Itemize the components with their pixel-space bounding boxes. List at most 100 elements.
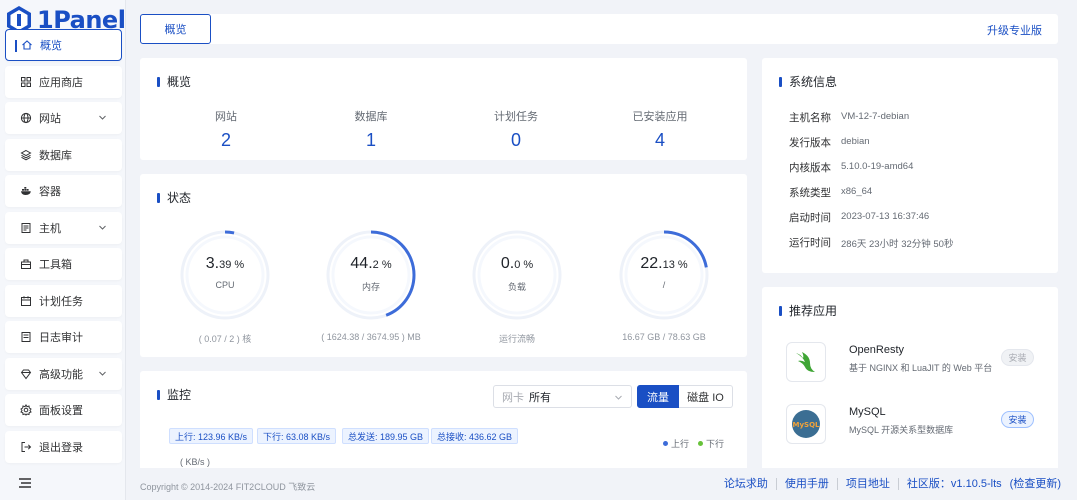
sidebar-item-overview[interactable]: 概览 bbox=[5, 29, 122, 61]
chart-unit-label: ( KB/s ) bbox=[180, 457, 211, 467]
monitor-title: 监控 bbox=[157, 386, 191, 403]
forum-link[interactable]: 论坛求助 bbox=[716, 478, 776, 490]
copyright: Copyright © 2014-2024 FIT2CLOUD 飞致云 bbox=[140, 482, 316, 492]
gauge-disk: 22.13 % / bbox=[618, 229, 710, 321]
host-icon bbox=[20, 222, 32, 234]
sidebar-item-container[interactable]: 容器 bbox=[5, 175, 122, 207]
overview-card: 概览 网站 2 数据库 1 计划任务 0 已安装应用 4 bbox=[140, 58, 747, 160]
system-info-card: 系统信息 主机名称 VM-12-7-debian 发行版本 debian 内核版本 5… bbox=[762, 58, 1058, 273]
monitor-card: 监控 网卡 所有 流量 磁盘 IO 上行: 123.96 KB/s 下行: 63… bbox=[140, 371, 747, 468]
diamond-icon bbox=[20, 368, 32, 380]
nic-select[interactable]: 网卡 所有 bbox=[493, 385, 632, 408]
globe-icon bbox=[20, 112, 32, 124]
collapse-menu-icon[interactable] bbox=[18, 477, 32, 489]
legend-down-label: 下行 bbox=[706, 439, 725, 449]
gauge-label: 负载 bbox=[507, 282, 526, 292]
sidebar-item-logout[interactable]: 退出登录 bbox=[5, 430, 122, 463]
install-button-openresty[interactable]: 安装 bbox=[1001, 349, 1034, 366]
version-link[interactable]: 社区版：v1.10.5-lts bbox=[897, 478, 1010, 490]
app-name: OpenResty bbox=[849, 344, 905, 356]
app-openresty: OpenResty 基于 NGINX 和 LuaJIT 的 Web 平台 安装 bbox=[786, 342, 1034, 386]
status-title: 状态 bbox=[157, 189, 191, 206]
stat-value: 1 bbox=[365, 130, 376, 150]
sidebar-item-label: 高级功能 bbox=[39, 368, 83, 381]
status-card: 状态 3.39 % CPU ( 0.07 / 2 ) 核 44.2 % 内存 (… bbox=[140, 174, 747, 357]
legend-down[interactable]: 下行 bbox=[698, 437, 724, 450]
grid-icon bbox=[20, 76, 32, 88]
install-button-mysql[interactable]: 安装 bbox=[1001, 411, 1034, 428]
gauge-label: 内存 bbox=[361, 282, 380, 292]
stat-website[interactable]: 网站 2 bbox=[171, 108, 281, 151]
sidebar-item-website[interactable]: 网站 bbox=[5, 102, 122, 134]
gauge-load: 0.0 % 负载 bbox=[471, 229, 563, 321]
recommend-card: 推荐应用 OpenResty 基于 NGINX 和 LuaJIT 的 Web 平… bbox=[762, 287, 1058, 468]
gauge-foot-disk: 16.67 GB / 78.63 GB bbox=[622, 332, 706, 342]
stat-label: 计划任务 bbox=[494, 111, 538, 123]
sidebar: 1Panel 概览 应用商店 网站 数据库 容器 主机 工具箱 计划任务 日志审… bbox=[0, 0, 126, 500]
chevron-down-icon bbox=[615, 395, 622, 400]
nic-select-value: 所有 bbox=[529, 391, 551, 404]
sidebar-item-database[interactable]: 数据库 bbox=[5, 138, 122, 171]
sidebar-item-log-audit[interactable]: 日志审计 bbox=[5, 321, 122, 353]
info-row-boot-time: 启动时间 2023-07-13 16:37:46 bbox=[789, 211, 930, 224]
total-received-tag: 总接收: 436.62 GB bbox=[431, 428, 519, 444]
total-sent-tag: 总发送: 189.95 GB bbox=[342, 428, 430, 444]
sidebar-nav: 概览 应用商店 网站 数据库 容器 主机 工具箱 计划任务 日志审计 高级功能 … bbox=[5, 29, 122, 467]
legend-dot-icon bbox=[663, 441, 668, 446]
gauge-value: 0.0 % bbox=[500, 255, 534, 272]
nic-select-prefix: 网卡 bbox=[502, 391, 524, 404]
app-mysql: MySQL MySQL MySQL 开源关系型数据库 安装 bbox=[786, 404, 1034, 448]
gauge-value: 3.39 % bbox=[205, 255, 245, 272]
gauge-foot-load: 运行流畅 bbox=[498, 334, 535, 344]
info-row-kernel: 内核版本 5.10.0-19-amd64 bbox=[789, 161, 914, 174]
gauge-foot-memory: ( 1624.38 / 3674.95 ) MB bbox=[321, 332, 421, 342]
legend-up[interactable]: 上行 bbox=[663, 437, 689, 450]
toolbox-icon bbox=[20, 258, 32, 270]
log-icon bbox=[20, 331, 32, 343]
sidebar-item-settings[interactable]: 面板设置 bbox=[5, 394, 122, 426]
docker-icon bbox=[20, 185, 32, 197]
info-row-hostname: 主机名称 VM-12-7-debian bbox=[789, 111, 910, 124]
sidebar-item-host[interactable]: 主机 bbox=[5, 211, 122, 244]
stat-label: 网站 bbox=[215, 111, 237, 123]
footer-links: 论坛求助 使用手册 项目地址 社区版：v1.10.5-lts (检查更新) bbox=[716, 478, 1069, 490]
sidebar-item-cronjob[interactable]: 计划任务 bbox=[5, 284, 122, 317]
stat-cronjob[interactable]: 计划任务 0 bbox=[461, 108, 571, 151]
stat-database[interactable]: 数据库 1 bbox=[316, 108, 426, 151]
stat-value: 0 bbox=[510, 130, 521, 150]
info-row-os: 发行版本 debian bbox=[789, 136, 870, 149]
traffic-up-tag: 上行: 123.96 KB/s bbox=[169, 428, 254, 444]
docs-link[interactable]: 使用手册 bbox=[775, 478, 837, 490]
project-link[interactable]: 项目地址 bbox=[836, 478, 898, 490]
traffic-down-tag: 下行: 63.08 KB/s bbox=[257, 428, 337, 444]
sidebar-item-advanced[interactable]: 高级功能 bbox=[5, 357, 122, 390]
sidebar-item-label: 主机 bbox=[39, 222, 61, 235]
sidebar-item-label: 退出登录 bbox=[39, 441, 83, 454]
upgrade-pro-link[interactable]: 升级专业版 bbox=[987, 22, 1042, 38]
sidebar-item-app-store[interactable]: 应用商店 bbox=[5, 65, 122, 98]
disk-io-button[interactable]: 磁盘 IO bbox=[679, 385, 733, 408]
sidebar-item-label: 面板设置 bbox=[39, 405, 83, 417]
sidebar-item-toolbox[interactable]: 工具箱 bbox=[5, 248, 122, 280]
sidebar-item-label: 日志审计 bbox=[39, 332, 83, 344]
home-icon bbox=[21, 39, 33, 51]
gear-icon bbox=[20, 404, 32, 416]
check-update-link[interactable]: (检查更新) bbox=[1010, 478, 1069, 490]
footer: Copyright © 2014-2024 FIT2CLOUD 飞致云 论坛求助… bbox=[126, 468, 1077, 500]
tab-overview[interactable]: 概览 bbox=[140, 14, 211, 44]
top-bar: 概览 升级专业版 bbox=[140, 14, 1058, 44]
stat-installed-apps[interactable]: 已安装应用 4 bbox=[605, 108, 715, 151]
stat-value: 4 bbox=[654, 130, 665, 150]
gauge-value: 22.13 % bbox=[640, 255, 688, 272]
gauge-label: / bbox=[662, 280, 666, 290]
app-desc: 基于 NGINX 和 LuaJIT 的 Web 平台 bbox=[849, 363, 993, 373]
sidebar-item-label: 工具箱 bbox=[39, 259, 72, 271]
stat-label: 已安装应用 bbox=[632, 111, 688, 123]
traffic-button[interactable]: 流量 bbox=[637, 385, 679, 408]
chevron-down-icon bbox=[99, 371, 106, 376]
overview-title: 概览 bbox=[157, 73, 191, 90]
info-row-arch: 系统类型 x86_64 bbox=[789, 186, 873, 199]
svg-text:MySQL: MySQL bbox=[793, 421, 821, 429]
sidebar-item-label: 应用商店 bbox=[39, 76, 83, 89]
system-info-title: 系统信息 bbox=[779, 73, 837, 90]
